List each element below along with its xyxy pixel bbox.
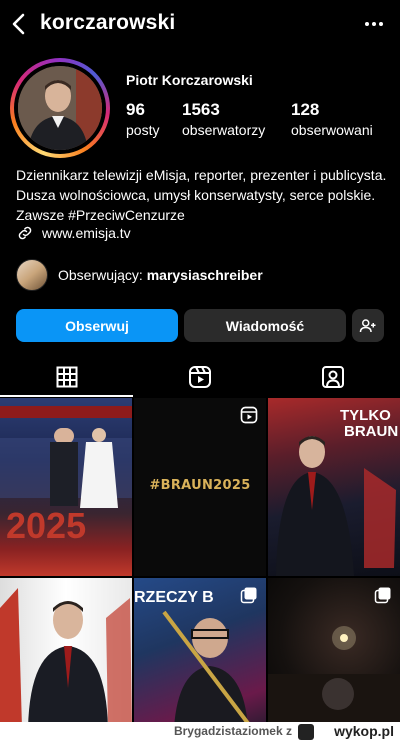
post-thumbnail[interactable]: RZECZY B	[134, 578, 266, 728]
stat-posts[interactable]: 96 posty	[126, 100, 159, 138]
wykop-logo-icon	[298, 724, 314, 740]
post-thumbnail[interactable]: 2025	[0, 398, 132, 576]
profile-username: korczarowski	[40, 11, 176, 34]
stat-followers-value: 1563	[182, 100, 220, 119]
mutual-follower-avatar	[16, 259, 48, 291]
more-horizontal-icon[interactable]	[362, 12, 386, 36]
profile-avatar	[18, 66, 102, 150]
profile-avatar-story-ring[interactable]	[10, 58, 110, 158]
watermark-site: wykop.pl	[334, 723, 394, 739]
top-bar: korczarowski	[0, 0, 400, 48]
svg-text:RZECZY B: RZECZY B	[134, 589, 214, 606]
profile-full-name: Piotr Korczarowski	[126, 72, 253, 88]
profile-bio: Dziennikarz telewizji eMisja, reporter, …	[16, 167, 387, 223]
post-thumbnail[interactable]	[0, 578, 132, 728]
link-icon	[18, 226, 32, 240]
posts-grid: 2025 #BRAUN2025 TYLKO BRAUN RZECZY B	[0, 398, 400, 728]
post-thumbnail[interactable]	[268, 578, 400, 728]
profile-link[interactable]: www.emisja.tv	[16, 222, 131, 244]
watermark-bar: Brygadzistaziomek z wykop.pl	[0, 722, 400, 742]
message-button[interactable]: Wiadomość	[184, 309, 346, 342]
chevron-left-icon[interactable]	[8, 10, 30, 38]
mutual-followers-prefix: Obserwujący:	[58, 267, 147, 283]
post-thumbnail[interactable]: #BRAUN2025	[134, 398, 266, 576]
grid-icon	[56, 366, 77, 388]
tagged-icon	[321, 366, 344, 388]
post-overlay-text: #BRAUN2025	[149, 478, 251, 493]
mutual-follower-username: marysiaschreiber	[146, 267, 263, 283]
tab-grid[interactable]	[0, 356, 133, 398]
tab-tagged[interactable]	[266, 356, 399, 398]
svg-text:2025: 2025	[6, 505, 86, 546]
stat-following-value: 128	[291, 100, 320, 119]
mutual-followers[interactable]: Obserwujący: marysiaschreiber	[16, 258, 263, 292]
reels-icon	[188, 366, 211, 388]
tab-reels[interactable]	[133, 356, 266, 398]
stat-posts-label: posty	[126, 122, 160, 138]
carousel-icon	[374, 587, 391, 604]
mutual-followers-text: Obserwujący: marysiaschreiber	[58, 267, 263, 283]
stat-following[interactable]: 128 obserwowani	[291, 100, 373, 138]
stat-posts-value: 96	[126, 100, 145, 119]
svg-text:BRAUN: BRAUN	[344, 423, 398, 440]
profile-link-text[interactable]: www.emisja.tv	[42, 225, 131, 241]
follow-button[interactable]: Obserwuj	[16, 309, 178, 342]
carousel-icon	[240, 587, 257, 604]
add-person-icon	[359, 318, 376, 332]
suggested-users-button[interactable]	[352, 309, 384, 342]
post-thumbnail[interactable]: TYLKO BRAUN	[268, 398, 400, 576]
stat-followers[interactable]: 1563 obserwatorzy	[182, 100, 265, 138]
watermark-username: Brygadzistaziomek z	[173, 724, 292, 738]
profile-tabs	[0, 356, 400, 398]
svg-text:TYLKO: TYLKO	[340, 407, 391, 424]
reels-icon	[240, 406, 258, 424]
stat-followers-label: obserwatorzy	[182, 122, 266, 138]
active-tab-indicator	[0, 395, 133, 397]
stat-following-label: obserwowani	[291, 122, 373, 138]
